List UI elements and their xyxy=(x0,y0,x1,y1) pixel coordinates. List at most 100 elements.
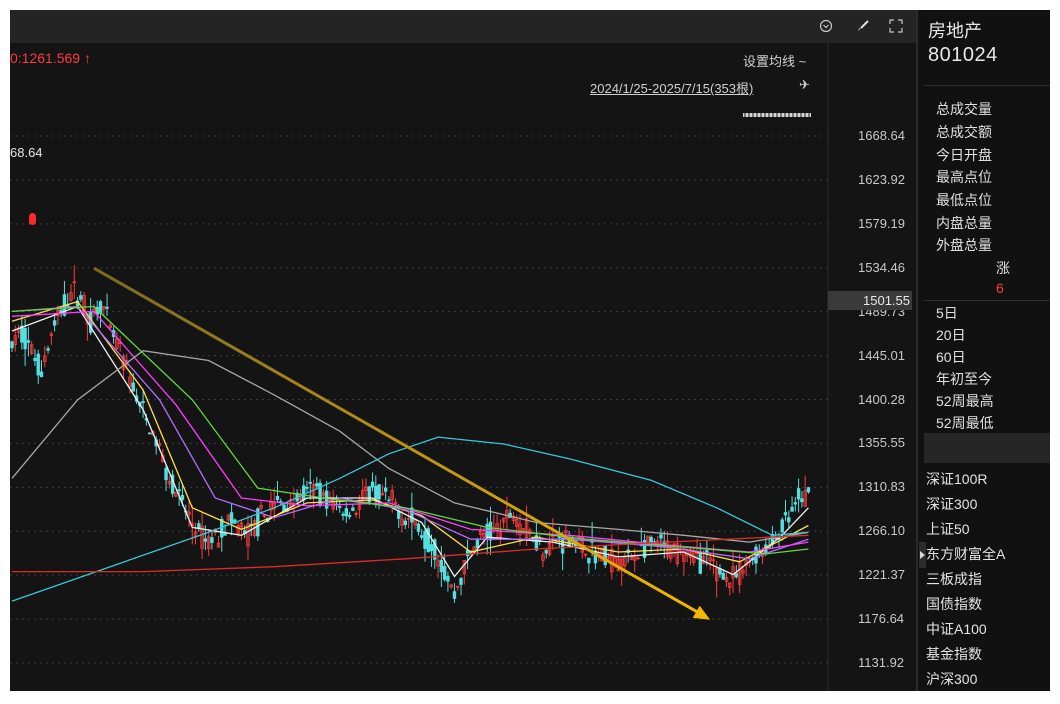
y-tick-label: 1579.19 xyxy=(858,215,905,231)
y-tick-label: 1266.10 xyxy=(858,523,905,539)
candle-body xyxy=(275,496,280,501)
candle-body xyxy=(46,348,50,351)
range-ruler-icon xyxy=(743,113,811,117)
candle-body xyxy=(10,341,14,349)
candle-body xyxy=(52,320,57,326)
candle-body xyxy=(446,576,450,582)
chart-frame: 0:1261.569 ↑ 设置均线 ~ 2024/1/25-2025/7/15(… xyxy=(10,10,1050,691)
candle-body xyxy=(403,520,408,526)
candle-body xyxy=(36,353,40,376)
candle-body xyxy=(229,512,234,524)
y-tick-label: 1400.28 xyxy=(858,391,905,407)
period-60d: 60日 xyxy=(936,349,966,365)
stat-high: 最高点位 xyxy=(936,169,992,185)
info-sidebar: 房地产 801024 总成交量 总成交额 今日开盘 最高点位 最低点位 内盘总量… xyxy=(916,10,1050,691)
candle-body xyxy=(370,481,375,488)
candle-body xyxy=(308,481,312,484)
candle-body xyxy=(452,591,457,599)
candle-body xyxy=(338,506,342,508)
candle-body xyxy=(105,306,109,309)
candle-body xyxy=(790,506,794,512)
sidebar-blank-row xyxy=(924,433,1050,463)
event-marker[interactable] xyxy=(29,213,36,225)
candle-body xyxy=(721,572,725,580)
ma-value-label: 0:1261.569 ↑ xyxy=(10,50,91,66)
candle-body xyxy=(20,325,24,343)
candle-body xyxy=(793,502,798,505)
candle-body xyxy=(305,486,309,489)
stat-open: 今日开盘 xyxy=(936,147,992,163)
y-tick-label: 1310.83 xyxy=(858,479,905,495)
rise-label: 涨 xyxy=(996,260,1010,276)
index-item[interactable]: 基金指数 xyxy=(926,644,982,664)
candle-body xyxy=(223,533,227,536)
candle-body xyxy=(383,487,388,492)
candle-body xyxy=(147,432,152,435)
candle-body xyxy=(177,489,181,492)
high-value-label: 68.64 xyxy=(10,145,43,160)
index-item[interactable]: 东方财富全A xyxy=(926,544,1005,564)
index-item[interactable]: 中证A100 xyxy=(926,619,987,639)
rise-count: 6 xyxy=(996,280,1004,296)
candle-body xyxy=(33,357,37,361)
trend-arrow-head xyxy=(692,605,711,620)
y-tick-label: 1445.01 xyxy=(858,347,905,363)
period-20d: 20日 xyxy=(936,327,966,343)
ma-setting-button[interactable]: 设置均线 ~ xyxy=(743,51,806,70)
index-item[interactable]: 三板成指 xyxy=(926,569,982,589)
date-range-link[interactable]: 2024/1/25-2025/7/15(353根) xyxy=(590,78,753,97)
candle-body xyxy=(560,537,565,554)
stock-code: 801024 xyxy=(928,44,998,66)
sidebar-separator xyxy=(924,300,1050,301)
candle-body xyxy=(439,559,444,573)
candle-body xyxy=(347,514,352,517)
y-tick-label: 1623.92 xyxy=(858,171,905,187)
candle-body xyxy=(698,551,702,574)
stat-total-volume: 总成交量 xyxy=(936,101,992,117)
index-item[interactable]: 国债指数 xyxy=(926,594,982,614)
candle-body xyxy=(587,557,591,564)
stat-inner-volume: 内盘总量 xyxy=(936,215,992,231)
index-item[interactable]: 深证100R xyxy=(926,469,987,489)
pin-icon[interactable]: ✈ xyxy=(799,77,810,93)
candle-body xyxy=(800,498,804,503)
sidebar-separator xyxy=(924,85,1050,86)
candle-body xyxy=(475,540,480,548)
candle-body xyxy=(377,484,381,500)
stat-outer-volume: 外盘总量 xyxy=(936,237,992,253)
stat-low: 最低点位 xyxy=(936,192,992,208)
candle-body xyxy=(39,371,44,378)
candle-body xyxy=(387,499,391,502)
candle-body xyxy=(419,535,424,538)
candle-body xyxy=(141,401,145,403)
candle-body xyxy=(603,545,607,566)
fullscreen-icon[interactable] xyxy=(888,19,904,35)
candle-body xyxy=(416,523,421,532)
candle-body xyxy=(302,485,306,501)
period-52w-high: 52周最高 xyxy=(936,393,994,409)
candle-body xyxy=(164,467,168,481)
candle-body xyxy=(429,544,434,552)
candle-body xyxy=(344,508,349,517)
candle-body xyxy=(23,328,27,350)
index-item[interactable]: 上证50 xyxy=(926,519,970,539)
candle-body xyxy=(210,537,214,543)
stat-total-amount: 总成交额 xyxy=(936,124,992,140)
y-tick-label: 1221.37 xyxy=(858,567,905,583)
candle-body xyxy=(131,382,135,392)
expand-arrow-icon[interactable] xyxy=(919,542,926,568)
current-price-tag: 1501.55 xyxy=(828,291,912,311)
y-tick-label: 1534.46 xyxy=(858,259,905,275)
candle-body xyxy=(423,530,427,549)
index-item[interactable]: 深证300 xyxy=(926,494,977,514)
clock-icon[interactable] xyxy=(818,19,834,35)
candle-body xyxy=(796,488,801,500)
candle-body xyxy=(180,494,185,500)
brush-icon[interactable] xyxy=(855,19,871,35)
candle-body xyxy=(203,538,208,542)
candle-body xyxy=(659,534,663,539)
candle-body xyxy=(459,577,463,585)
candle-body xyxy=(26,340,31,343)
candle-body xyxy=(544,549,548,554)
index-item[interactable]: 沪深300 xyxy=(926,669,977,689)
